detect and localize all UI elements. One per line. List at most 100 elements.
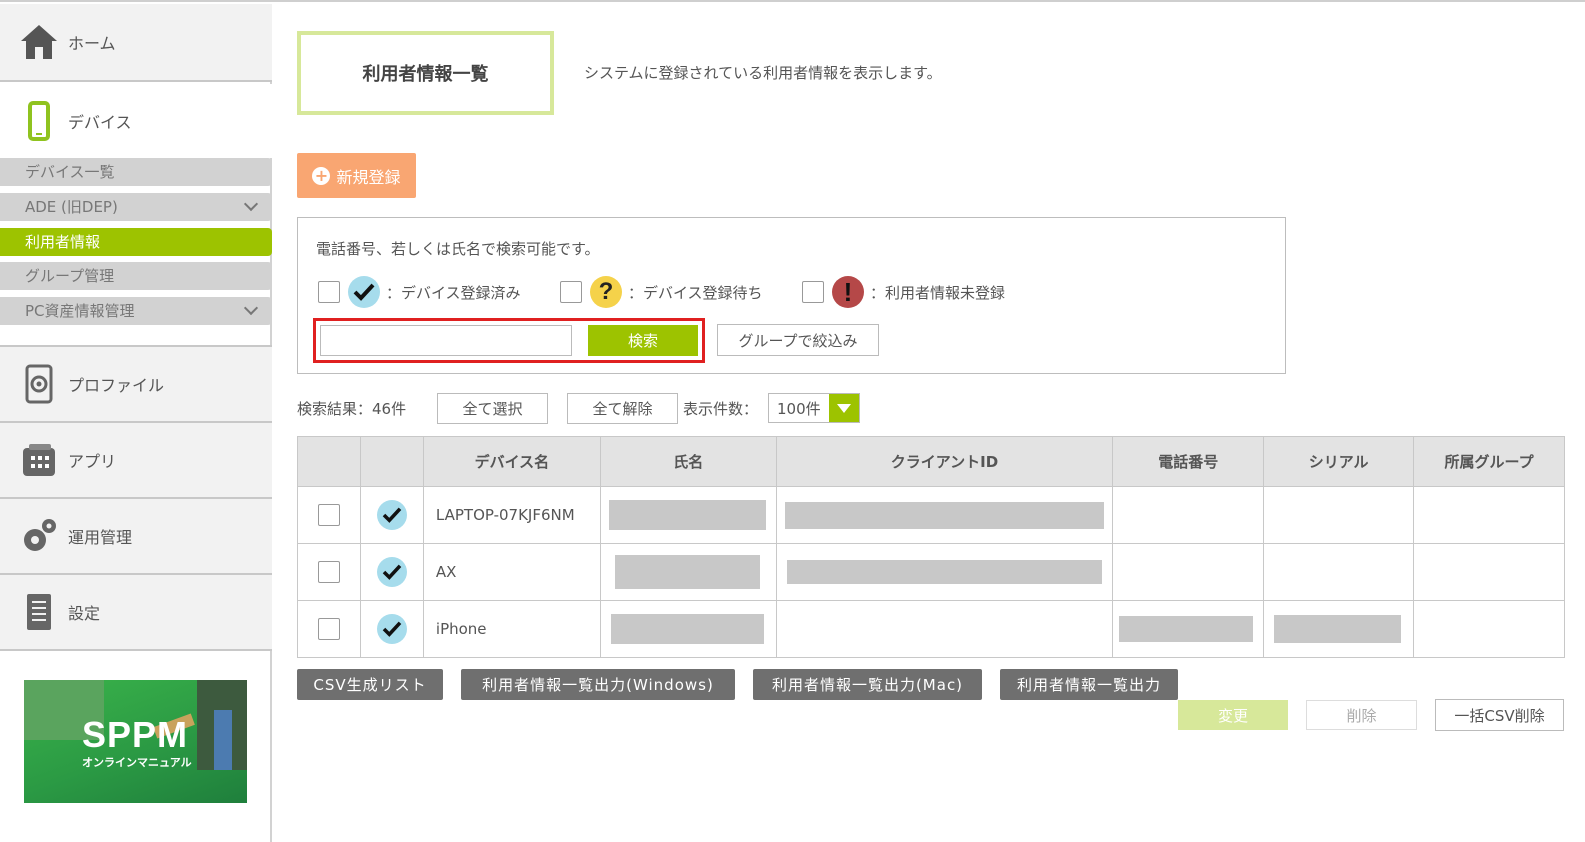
nav-settings[interactable]: 設定 (0, 575, 272, 651)
row-checkbox[interactable] (317, 561, 340, 583)
device-name-cell[interactable]: LAPTOP-07KJF6NM (422, 486, 601, 544)
column-header-client-id[interactable]: クライアントID (775, 436, 1114, 487)
sidebar-item-label: デバイス一覧 (25, 163, 115, 181)
online-manual-banner[interactable]: SPPM オンラインマニュアル (24, 680, 247, 803)
banner-subtitle: オンラインマニュアル (82, 756, 192, 769)
result-count: 検索結果：46件 (297, 400, 407, 418)
nav-device-label: デバイス (68, 113, 132, 132)
filter-unregistered-label: ：利用者情報未登録 (870, 283, 1006, 302)
deselect-all-button[interactable]: 全て解除 (567, 393, 678, 424)
column-header-serial[interactable]: シリアル (1263, 436, 1415, 487)
client-id-cell (775, 600, 1114, 658)
redacted-name (610, 614, 764, 644)
filter-registered: ：デバイス登録済み (318, 276, 521, 308)
filter-registered-checkbox[interactable] (318, 281, 340, 303)
page-title: 利用者情報一覧 (297, 31, 554, 115)
redacted-client-id (786, 560, 1103, 584)
gear-icon (16, 513, 62, 559)
per-page-value: 100件 (777, 399, 821, 418)
sidebar-item-device-list[interactable]: デバイス一覧 (0, 158, 272, 186)
redacted-name (614, 555, 760, 589)
redacted-serial (1274, 615, 1402, 643)
select-all-button[interactable]: 全て選択 (437, 393, 548, 424)
csv-list-button[interactable]: CSV生成リスト (297, 669, 443, 700)
nav-device[interactable]: デバイス (0, 84, 272, 158)
nav-app-label: アプリ (68, 452, 117, 471)
group-cell (1413, 543, 1565, 601)
sidebar-item-label: グループ管理 (25, 267, 115, 285)
search-input[interactable] (320, 325, 572, 356)
chevron-down-icon (243, 196, 259, 212)
group-cell (1413, 600, 1565, 658)
row-checkbox[interactable] (317, 618, 340, 640)
sidebar-item-ade[interactable]: ADE (旧DEP) (0, 193, 272, 221)
sidebar-item-group-management[interactable]: グループ管理 (0, 262, 272, 290)
export-windows-button[interactable]: 利用者情報一覧出力(Windows) (461, 669, 735, 700)
sidebar-item-user-info[interactable]: 利用者情報 (0, 228, 272, 256)
user-table: デバイス名 氏名 クライアントID 電話番号 シリアル 所属グループ LAPTO… (297, 436, 1565, 658)
table-row[interactable]: iPhone (297, 600, 1565, 658)
row-checkbox[interactable] (317, 504, 340, 526)
nav-home-label: ホーム (68, 34, 116, 53)
delete-button[interactable]: 削除 (1306, 700, 1417, 730)
per-page-label: 表示件数： (683, 400, 759, 418)
chevron-down-icon (243, 300, 259, 316)
group-filter-button[interactable]: グループで絞込み (717, 324, 879, 356)
device-name-cell[interactable]: iPhone (422, 600, 601, 658)
bulk-csv-delete-button[interactable]: 一括CSV削除 (1435, 699, 1564, 731)
nav-app[interactable]: アプリ (0, 423, 272, 499)
redacted-client-id (784, 501, 1105, 529)
nav-operations[interactable]: 運用管理 (0, 499, 272, 575)
table-row[interactable]: AX (297, 543, 1565, 601)
app-icon (16, 437, 62, 483)
profile-icon (16, 361, 62, 407)
page-description: システムに登録されている利用者情報を表示します。 (584, 64, 942, 82)
nav-settings-label: 設定 (68, 604, 101, 623)
per-page-select[interactable]: 100件 (768, 393, 860, 423)
filter-registered-label: ：デバイス登録済み (386, 283, 521, 302)
document-icon (16, 589, 62, 635)
filter-pending-checkbox[interactable] (560, 281, 582, 303)
smartphone-icon (16, 98, 62, 144)
home-icon (16, 19, 62, 65)
redacted-phone (1119, 616, 1254, 642)
export-mac-button[interactable]: 利用者情報一覧出力(Mac) (753, 669, 982, 700)
filter-unregistered-checkbox[interactable] (802, 281, 824, 303)
column-header-name[interactable]: 氏名 (599, 436, 777, 487)
device-name-cell[interactable]: AX (422, 543, 601, 601)
sidebar-item-label: ADE (旧DEP) (25, 198, 118, 216)
column-header-phone[interactable]: 電話番号 (1112, 436, 1265, 487)
column-header-group[interactable]: 所属グループ (1413, 436, 1565, 487)
search-hint: 電話番号、若しくは氏名で検索可能です。 (316, 240, 600, 258)
sidebar: ホーム デバイス デバイス一覧 ADE (旧DEP) 利用者情報 グループ管理 … (0, 4, 272, 842)
filter-unregistered: ! ：利用者情報未登録 (802, 276, 1005, 308)
serial-cell (1263, 543, 1415, 601)
new-registration-button[interactable]: + 新規登録 (297, 153, 416, 198)
nav-profile[interactable]: プロファイル (0, 345, 272, 423)
nav-home[interactable]: ホーム (0, 4, 272, 82)
check-icon (348, 276, 380, 308)
change-button[interactable]: 変更 (1178, 700, 1288, 730)
sidebar-item-label: PC資産情報管理 (25, 302, 135, 320)
search-button[interactable]: 検索 (588, 325, 698, 356)
redacted-name (608, 500, 766, 530)
sidebar-item-label: 利用者情報 (25, 233, 101, 251)
phone-cell (1112, 486, 1265, 544)
nav-profile-label: プロファイル (68, 376, 165, 395)
check-icon (376, 500, 407, 530)
serial-cell (1263, 486, 1415, 544)
table-header-row: デバイス名 氏名 クライアントID 電話番号 シリアル 所属グループ (297, 436, 1565, 487)
filter-pending-label: ：デバイス登録待ち (628, 283, 763, 302)
column-header (297, 436, 361, 487)
check-icon (376, 614, 407, 644)
column-header-device-name[interactable]: デバイス名 (422, 436, 601, 487)
table-row[interactable]: LAPTOP-07KJF6NM (297, 486, 1565, 544)
export-all-button[interactable]: 利用者情報一覧出力 (1000, 669, 1178, 700)
check-icon (376, 557, 407, 587)
highlight-box: 検索 (313, 318, 705, 363)
question-icon: ? (590, 276, 622, 308)
sidebar-item-pc-assets[interactable]: PC資産情報管理 (0, 297, 272, 325)
dropdown-arrow-icon (829, 394, 859, 422)
search-panel: 電話番号、若しくは氏名で検索可能です。 ：デバイス登録済み ? ：デバイス登録待… (297, 217, 1286, 374)
exclamation-icon: ! (832, 276, 864, 308)
